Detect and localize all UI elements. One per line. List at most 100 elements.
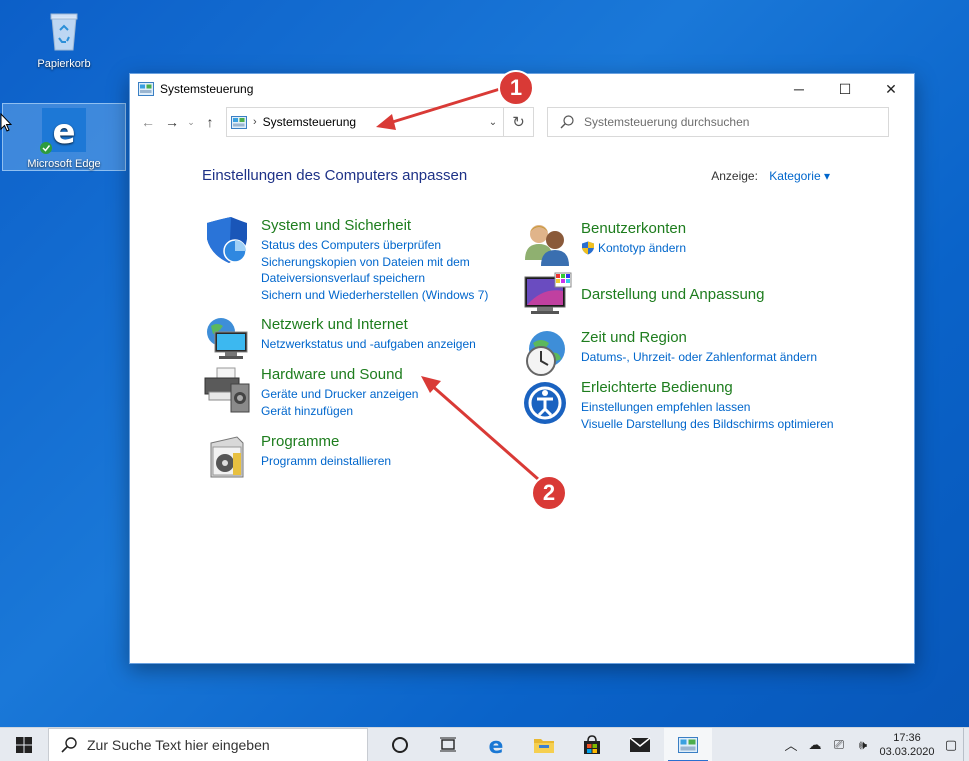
category-title[interactable]: Benutzerkonten [581, 220, 686, 237]
category-link[interactable]: Netzwerkstatus und -aufgaben anzeigen [261, 336, 476, 353]
search-placeholder: Systemsteuerung durchsuchen [584, 115, 750, 129]
category-link[interactable]: Sichern und Wiederherstellen (Windows 7) [261, 287, 488, 304]
annotation-badge-1: 1 [498, 70, 534, 106]
taskbar-store[interactable] [568, 728, 616, 761]
category-programs: Programme Programm deinstallieren [203, 433, 391, 483]
category-link[interactable]: Geräte und Drucker anzeigen [261, 386, 418, 403]
recycle-bin-icon [40, 6, 88, 54]
view-label: Anzeige: [711, 169, 758, 183]
maximize-button[interactable]: ☐ [822, 74, 868, 104]
taskbar-file-explorer[interactable] [520, 728, 568, 761]
category-title[interactable]: Netzwerk und Internet [261, 316, 476, 333]
folder-icon [534, 738, 554, 753]
back-arrow-icon[interactable]: ← [136, 110, 160, 134]
category-link[interactable]: Datums-, Uhrzeit- oder Zahlenformat ände… [581, 349, 817, 366]
category-title[interactable]: Zeit und Region [581, 329, 817, 346]
clock-time: 17:36 [893, 731, 921, 744]
shield-icon [207, 217, 247, 263]
breadcrumb-chevron-icon[interactable]: › [253, 116, 257, 128]
category-appearance: Darstellung und Anpassung [523, 271, 764, 321]
search-input[interactable]: Systemsteuerung durchsuchen [547, 107, 889, 137]
forward-arrow-icon[interactable]: → [160, 110, 184, 134]
control-panel-icon [138, 82, 154, 96]
clock[interactable]: 17:36 03.03.2020 [875, 731, 939, 759]
minimize-button[interactable]: ─ [776, 74, 822, 104]
taskbar-control-panel[interactable] [664, 727, 712, 761]
category-title[interactable]: Darstellung und Anpassung [581, 286, 764, 303]
network-icon[interactable]: ⎚ [827, 737, 851, 753]
category-user-accounts: Benutzerkonten Kontotyp ändern [523, 220, 686, 270]
address-bar[interactable]: › Systemsteuerung ⌄ [226, 107, 504, 137]
programs-icon [210, 436, 244, 478]
category-time-region: Zeit und Region Datums-, Uhrzeit- oder Z… [523, 329, 817, 379]
desktop-icon-label: Microsoft Edge [27, 158, 101, 170]
control-panel-icon [678, 736, 698, 753]
address-dropdown-icon[interactable]: ⌄ [483, 117, 503, 128]
system-tray: ︿ ☁ ⎚ 🕪 17:36 03.03.2020 ▢ [779, 727, 969, 761]
show-desktop-button[interactable] [963, 727, 969, 761]
category-link-label: Kontotyp ändern [598, 241, 687, 255]
page-title: Einstellungen des Computers anpassen [202, 167, 468, 184]
clock-globe-icon [526, 331, 565, 376]
close-button[interactable]: ✕ [868, 74, 914, 104]
navigation-bar: ← → ⌄ ↑ › Systemsteuerung ⌄ ↻ Systemsteu… [130, 104, 914, 140]
refresh-button[interactable]: ↻ [504, 107, 534, 137]
category-title[interactable]: System und Sicherheit [261, 217, 488, 234]
control-panel-icon [231, 115, 247, 129]
category-link[interactable]: Programm deinstallieren [261, 453, 391, 470]
windows-logo-icon [16, 736, 32, 753]
mouse-cursor-icon [0, 113, 12, 132]
breadcrumb[interactable]: Systemsteuerung [263, 115, 483, 129]
printer-speaker-icon [204, 367, 250, 413]
search-icon [560, 115, 574, 129]
network-globe-icon [207, 318, 248, 359]
category-link[interactable]: Sicherungskopien von Dateien mit dem Dat… [261, 254, 483, 287]
task-view-button[interactable] [424, 728, 472, 761]
svg-text:e: e [489, 734, 504, 756]
edge-icon: e [40, 106, 88, 154]
notifications-icon[interactable]: ▢ [939, 737, 963, 753]
start-button[interactable] [0, 728, 48, 761]
desktop-icon-edge[interactable]: e Microsoft Edge [2, 103, 126, 171]
view-dropdown[interactable]: Kategorie ▾ [769, 169, 830, 183]
clock-date: 03.03.2020 [879, 745, 935, 758]
svg-text:e: e [52, 112, 75, 152]
volume-icon[interactable]: 🕪 [851, 737, 875, 753]
store-bag-icon [584, 734, 600, 754]
search-icon [61, 736, 77, 753]
taskbar-mail[interactable] [616, 728, 664, 761]
category-link[interactable]: Kontotyp ändern [581, 240, 686, 257]
show-hidden-icons-chevron-icon[interactable]: ︿ [779, 735, 803, 754]
category-title[interactable]: Hardware und Sound [261, 366, 418, 383]
category-link[interactable]: Gerät hinzufügen [261, 403, 418, 420]
view-selector: Anzeige: Kategorie ▾ [711, 169, 830, 183]
category-link[interactable]: Einstellungen empfehlen lassen [581, 399, 834, 416]
category-title[interactable]: Erleichterte Bedienung [581, 379, 834, 396]
taskbar-edge[interactable]: e [472, 728, 520, 761]
task-view-icon [440, 737, 456, 751]
category-title[interactable]: Programme [261, 433, 391, 450]
category-link[interactable]: Status des Computers überprüfen [261, 237, 488, 254]
cortana-button[interactable] [376, 728, 424, 761]
annotation-badge-2: 2 [531, 475, 567, 511]
control-panel-window: Systemsteuerung ─ ☐ ✕ ← → ⌄ ↑ › Systemst… [129, 73, 915, 664]
accessibility-icon [524, 382, 566, 424]
desktop-icon-recycle-bin[interactable]: Papierkorb [18, 6, 110, 70]
taskbar-search-input[interactable]: Zur Suche Text hier eingeben [48, 727, 368, 761]
users-icon [525, 225, 569, 266]
display-color-icon [524, 272, 572, 314]
uac-shield-icon [582, 241, 594, 255]
window-title: Systemsteuerung [160, 82, 254, 96]
category-link[interactable]: Visuelle Darstellung des Bildschirms opt… [581, 416, 834, 433]
category-system-security: System und Sicherheit Status des Compute… [203, 217, 488, 303]
taskbar-search-placeholder: Zur Suche Text hier eingeben [87, 736, 270, 753]
taskbar: Zur Suche Text hier eingeben e ︿ ☁ ⎚ 🕪 1… [0, 727, 969, 761]
cortana-circle-icon [392, 736, 408, 753]
up-arrow-icon[interactable]: ↑ [198, 110, 222, 134]
recent-locations-chevron-icon[interactable]: ⌄ [184, 110, 198, 134]
mail-envelope-icon [629, 736, 651, 752]
edge-icon: e [489, 734, 504, 756]
category-hardware-sound: Hardware und Sound Geräte und Drucker an… [203, 366, 418, 419]
category-ease-of-access: Erleichterte Bedienung Einstellungen emp… [523, 379, 834, 432]
onedrive-cloud-icon[interactable]: ☁ [803, 737, 827, 753]
